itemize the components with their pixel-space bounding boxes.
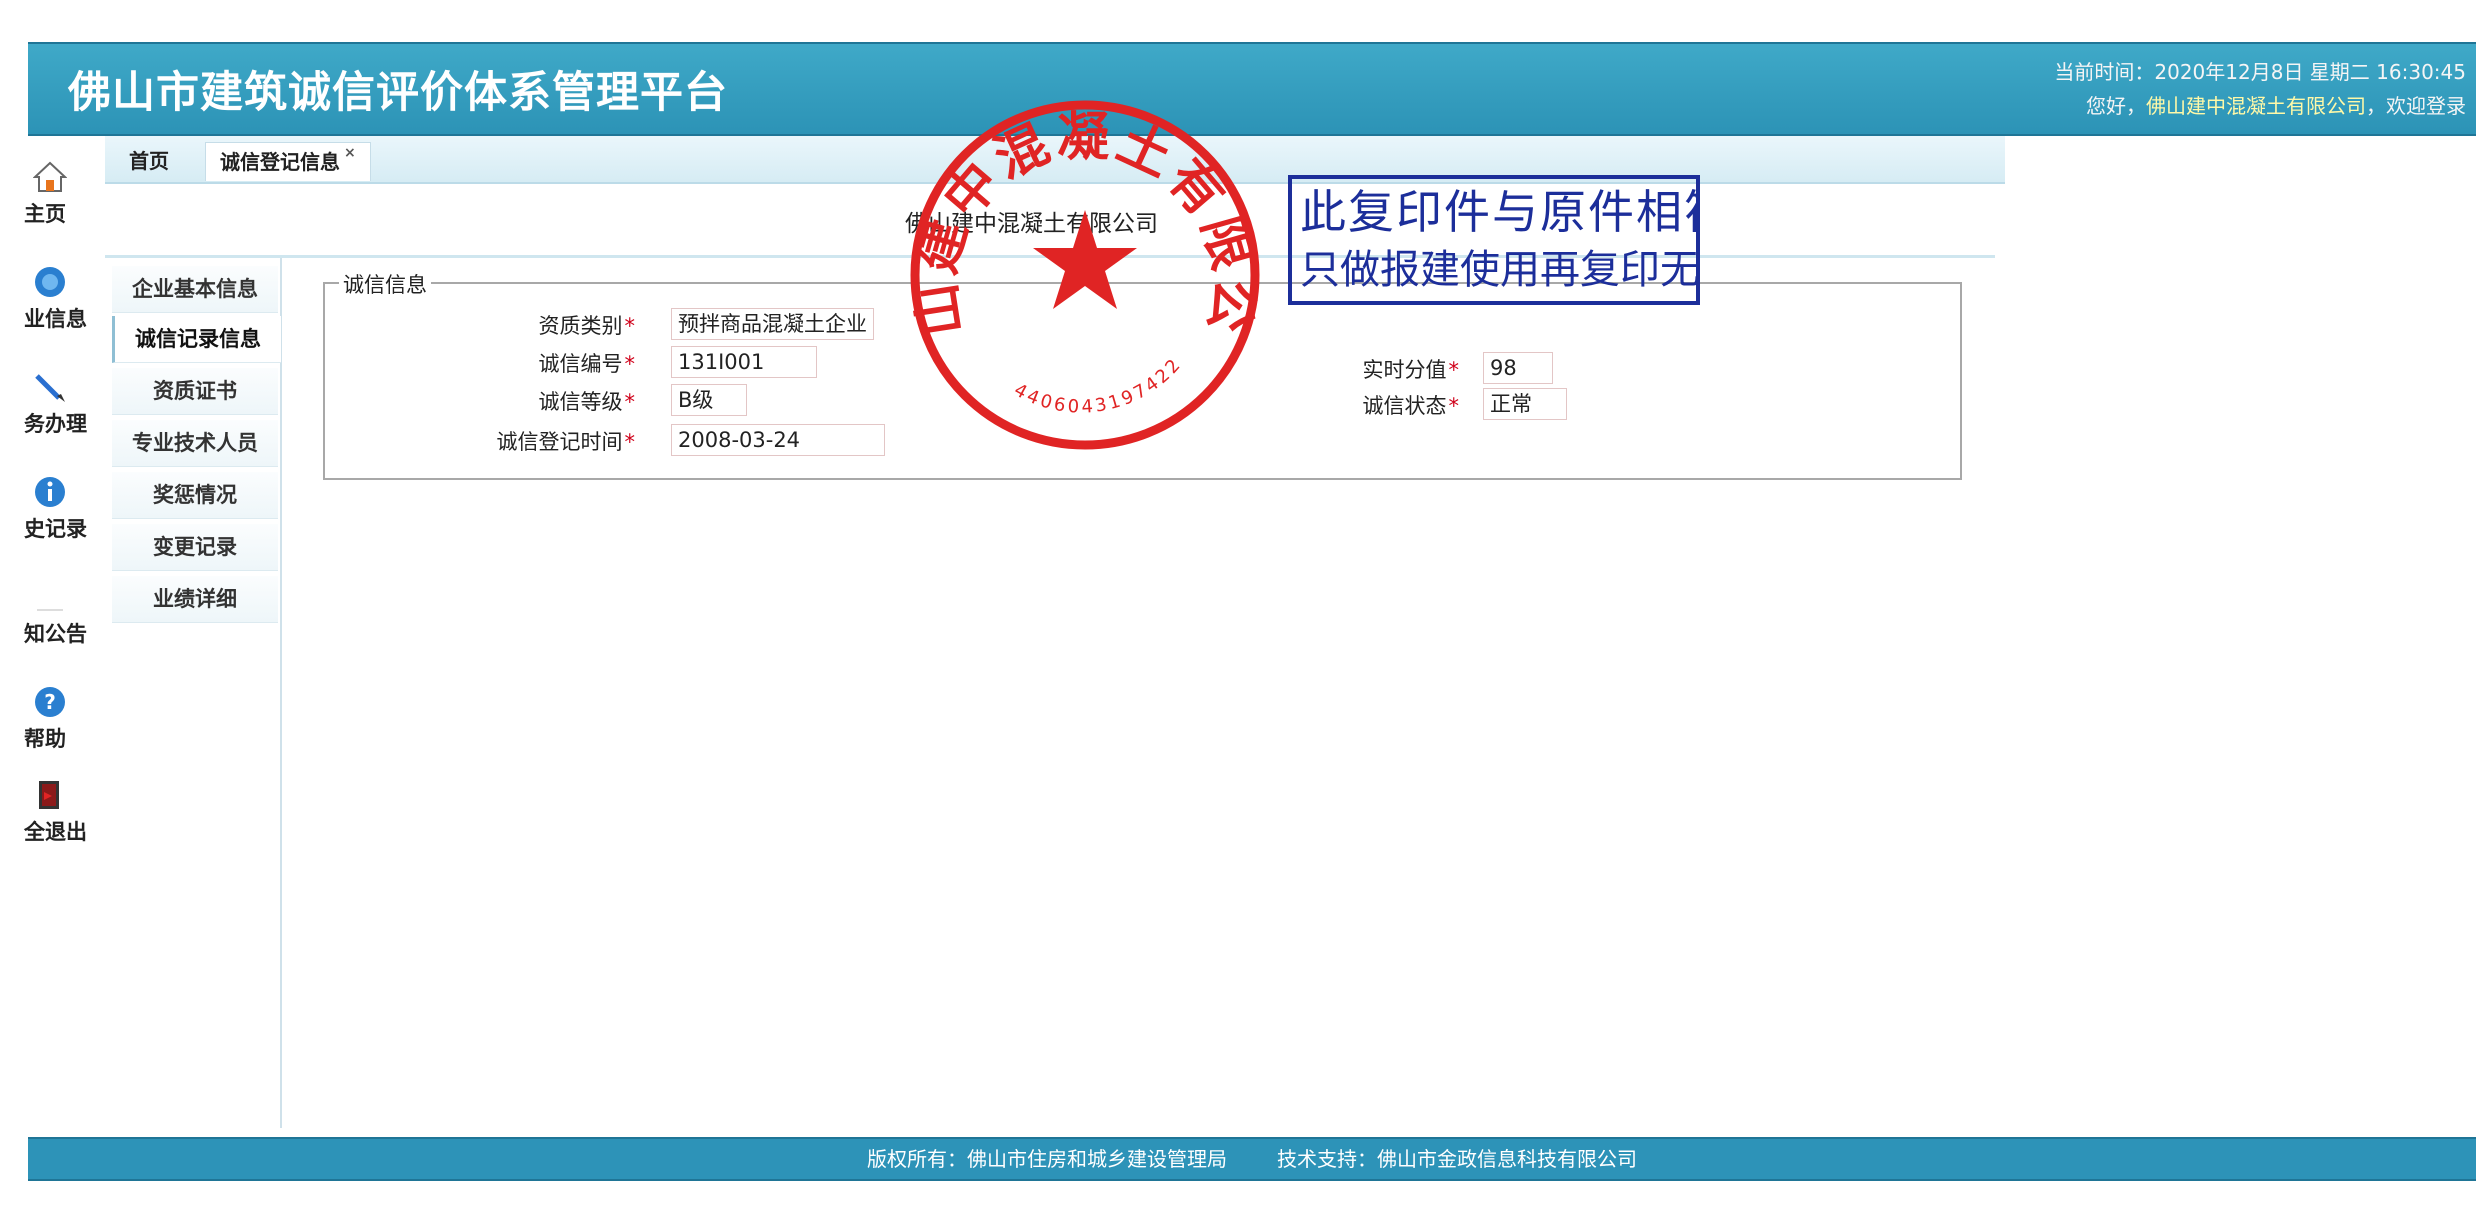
close-icon[interactable]: × [344,145,356,161]
sidebar-item-history[interactable]: 史记录 [0,475,100,543]
sidebar-item-company[interactable]: 业信息 [0,265,100,333]
svg-text:佛山建中混凝土有限公司: 佛山建中混凝土有限公司 [895,85,1265,340]
seal-text: 佛山建中混凝土有限公司 [895,85,1261,340]
home-icon [33,161,67,192]
exit-icon [39,781,59,809]
info-icon [35,477,65,507]
stamp-line-1: 此复印件与原件相符 [1300,185,1700,239]
sidebar-item-label: 全退出 [24,820,87,844]
welcome-prefix: 您好， [2086,94,2146,118]
tab-home[interactable]: 首页 [115,142,183,180]
stamp-line-2: 只做报建使用再复印无效 [1300,247,1700,293]
sub-nav-performance[interactable]: 业绩详细 [112,576,278,623]
seal-number: 4406043197422 [1011,353,1184,418]
sidebar-item-label: 知公告 [24,622,87,646]
support-text: 技术支持：佛山市金政信息科技有限公司 [1277,1147,1637,1171]
svg-text:4406043197422: 4406043197422 [1011,353,1187,418]
sub-nav-basic-info[interactable]: 企业基本信息 [112,266,278,313]
sidebar-item-label: 业信息 [24,307,87,331]
current-time: 当前时间：2020年12月8日 星期二 16:30:45 [2054,60,2466,84]
notice-icon [37,609,63,611]
copyright-text: 版权所有：佛山市住房和城乡建设管理局 [867,1147,1227,1171]
credit-grade-label: 诚信等级* [538,390,636,414]
pencil-icon [35,374,65,402]
sidebar-item-logout[interactable]: 全退出 [0,778,100,846]
sidebar-item-home[interactable]: 主页 [0,160,100,228]
help-icon: ? [35,687,65,717]
company-seal: 佛山建中混凝土有限公司 4406043197422 [895,85,1265,450]
score-field[interactable]: 98 [1483,352,1553,384]
tab-label: 诚信登记信息 [220,150,340,174]
svg-text:?: ? [44,690,56,714]
footer-bar: 版权所有：佛山市住房和城乡建设管理局 技术支持：佛山市金政信息科技有限公司 [28,1137,2476,1181]
credit-grade-field[interactable]: B级 [671,384,747,416]
sub-nav-change-log[interactable]: 变更记录 [112,524,278,571]
sub-nav: 企业基本信息 诚信记录信息 资质证书 专业技术人员 奖惩情况 变更记录 业绩详细 [108,258,282,1128]
qualification-type-field[interactable]: 预拌商品混凝土企业 [671,308,874,340]
app-title: 佛山市建筑诚信评价体系管理平台 [68,68,728,118]
status-field[interactable]: 正常 [1483,388,1567,420]
sub-nav-technical-staff[interactable]: 专业技术人员 [112,420,278,467]
registration-time-label: 诚信登记时间* [496,430,636,454]
sidebar-item-label: 史记录 [24,517,87,541]
tab-credit-info[interactable]: 诚信登记信息 × [205,142,371,181]
registration-time-field[interactable]: 2008-03-24 [671,424,885,456]
credit-no-label: 诚信编号* [538,352,636,376]
sub-nav-certificates[interactable]: 资质证书 [112,368,278,415]
company-icon [35,267,65,297]
sidebar-item-label: 帮助 [24,727,66,751]
sub-nav-rewards-penalties[interactable]: 奖惩情况 [112,472,278,519]
copy-certification-stamp: 此复印件与原件相符 只做报建使用再复印无效 [1288,175,1700,305]
welcome-user: 佛山建中混凝土有限公司 [2146,94,2366,118]
fieldset-legend: 诚信信息 [339,269,431,299]
welcome-suffix: ，欢迎登录 [2366,94,2466,118]
sidebar-item-help[interactable]: ? 帮助 [0,685,100,753]
sidebar-item-business[interactable]: 务办理 [0,370,100,438]
qualification-type-label: 资质类别* [538,314,636,338]
sub-nav-credit-record[interactable]: 诚信记录信息 [112,316,281,363]
sidebar-item-notice[interactable]: 知公告 [0,580,100,648]
sidebar-item-label: 务办理 [24,412,87,436]
credit-no-field[interactable]: 131I001 [671,346,817,378]
sidebar-item-label: 主页 [24,202,66,226]
welcome-message: 您好，佛山建中混凝土有限公司，欢迎登录 [2086,90,2466,119]
icon-sidebar: 主页 业信息 务办理 史记录 知公告 ? 帮助 全退出 [0,140,100,1130]
